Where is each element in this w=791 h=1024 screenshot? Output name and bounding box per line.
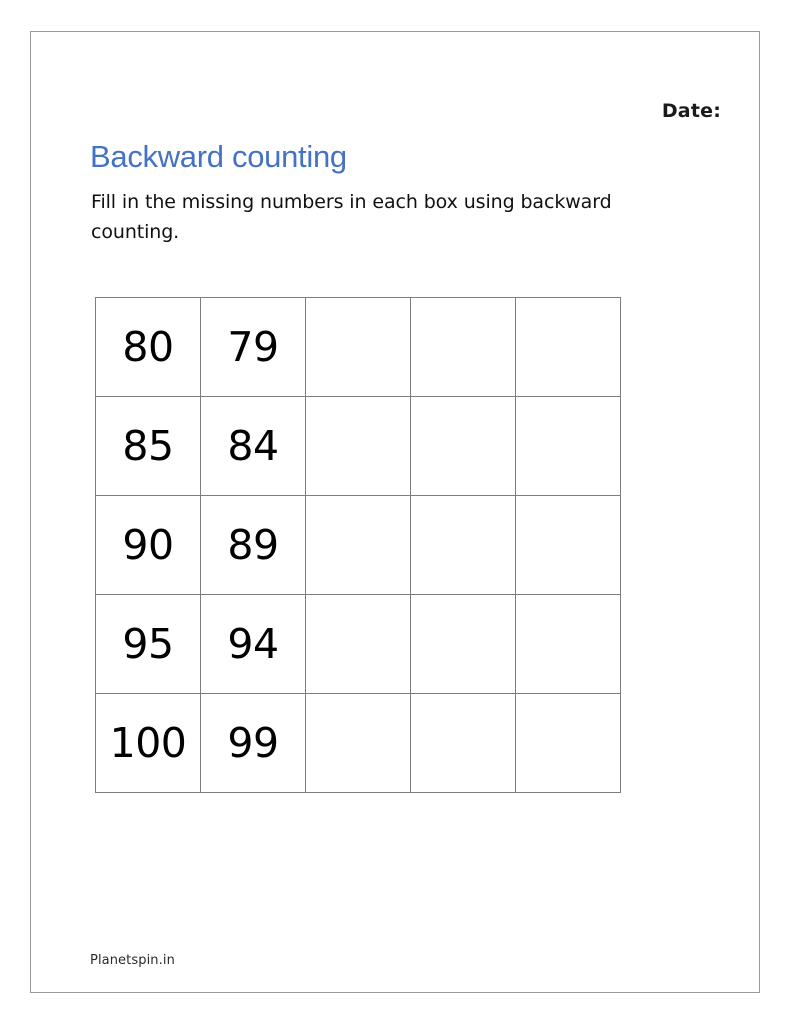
table-row: 100 99 bbox=[95, 693, 621, 793]
grid-cell[interactable]: 85 bbox=[95, 396, 201, 496]
grid-cell-blank[interactable] bbox=[515, 495, 621, 595]
number-grid-body: 80 79 85 84 90 89 95 94 100 99 bbox=[95, 297, 621, 793]
number-grid: 80 79 85 84 90 89 95 94 100 99 bbox=[95, 297, 621, 793]
table-row: 90 89 bbox=[95, 495, 621, 595]
table-row: 95 94 bbox=[95, 594, 621, 694]
grid-cell[interactable]: 100 bbox=[95, 693, 201, 793]
grid-cell-blank[interactable] bbox=[515, 594, 621, 694]
date-label: Date: bbox=[661, 100, 721, 122]
page-frame: Date: Backward counting Fill in the miss… bbox=[30, 31, 760, 993]
grid-cell-blank[interactable] bbox=[410, 297, 516, 397]
site-credit: Planetspin.in bbox=[90, 953, 175, 968]
grid-cell-blank[interactable] bbox=[305, 297, 411, 397]
grid-cell[interactable]: 94 bbox=[200, 594, 306, 694]
grid-cell[interactable]: 99 bbox=[200, 693, 306, 793]
grid-cell-blank[interactable] bbox=[410, 396, 516, 496]
grid-cell[interactable]: 95 bbox=[95, 594, 201, 694]
instructions-text: Fill in the missing numbers in each box … bbox=[91, 191, 612, 243]
grid-cell[interactable]: 90 bbox=[95, 495, 201, 595]
grid-cell-blank[interactable] bbox=[305, 396, 411, 496]
table-row: 80 79 bbox=[95, 297, 621, 397]
grid-cell-blank[interactable] bbox=[515, 693, 621, 793]
table-row: 85 84 bbox=[95, 396, 621, 496]
page-title: Backward counting bbox=[90, 139, 347, 174]
grid-cell-blank[interactable] bbox=[515, 297, 621, 397]
grid-cell-blank[interactable] bbox=[305, 495, 411, 595]
grid-cell-blank[interactable] bbox=[515, 396, 621, 496]
grid-cell-blank[interactable] bbox=[410, 693, 516, 793]
grid-cell[interactable]: 89 bbox=[200, 495, 306, 595]
worksheet-page: Date: Backward counting Fill in the miss… bbox=[0, 0, 791, 1024]
grid-cell[interactable]: 79 bbox=[200, 297, 306, 397]
grid-cell-blank[interactable] bbox=[410, 594, 516, 694]
grid-cell-blank[interactable] bbox=[410, 495, 516, 595]
grid-cell[interactable]: 80 bbox=[95, 297, 201, 397]
grid-cell-blank[interactable] bbox=[305, 594, 411, 694]
grid-cell-blank[interactable] bbox=[305, 693, 411, 793]
grid-cell[interactable]: 84 bbox=[200, 396, 306, 496]
